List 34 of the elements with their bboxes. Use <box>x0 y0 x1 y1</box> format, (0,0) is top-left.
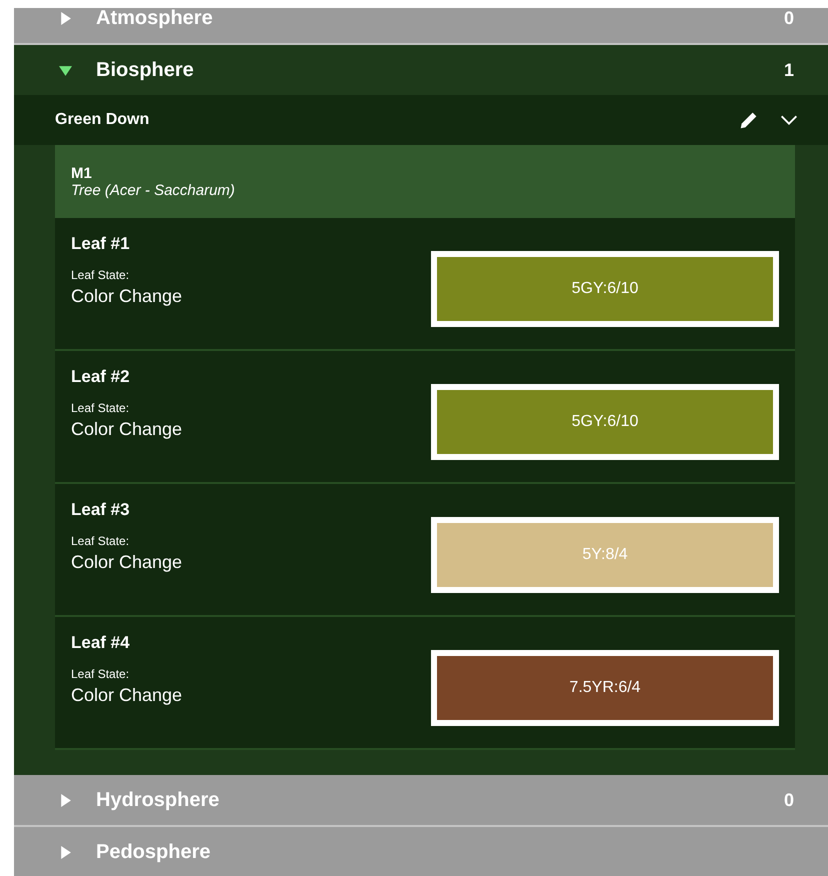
color-swatch: 7.5YR:6/4 <box>431 650 779 726</box>
state-value: Color Change <box>71 552 184 573</box>
color-swatch: 5GY:6/10 <box>431 384 779 460</box>
leaf-title: Leaf #2 <box>71 367 131 387</box>
color-swatch: 5Y:8/4 <box>431 516 779 592</box>
sample-id: M1 <box>71 164 93 182</box>
item-count: 0 <box>784 8 794 28</box>
collapsed-triangle-icon <box>59 846 72 858</box>
section-title: Atmosphere <box>96 8 214 30</box>
state-label: Leaf State: <box>71 401 130 415</box>
color-swatch: 5GY:6/10 <box>431 250 779 326</box>
item-count: 1 <box>784 60 794 80</box>
item-count: 0 <box>784 790 794 810</box>
leaf-title: Leaf #1 <box>71 234 131 254</box>
section-title: Hydrosphere <box>96 788 220 812</box>
section-header[interactable]: Biosphere 1 <box>14 45 828 95</box>
leaf-title: Leaf #3 <box>71 500 131 520</box>
group-title: Green Down <box>55 111 150 129</box>
state-value: Color Change <box>71 419 184 440</box>
collapsed-triangle-icon <box>59 794 72 806</box>
section-title: Pedosphere <box>96 840 212 864</box>
state-value: Color Change <box>71 685 184 706</box>
section-header[interactable]: Atmosphere 0 <box>14 8 828 43</box>
state-label: Leaf State: <box>71 667 130 681</box>
section-header[interactable]: Pedosphere <box>14 827 828 876</box>
section-header[interactable]: Hydrosphere 0 <box>14 775 828 825</box>
section-title: Biosphere <box>96 58 195 82</box>
collapsed-triangle-icon <box>59 12 72 24</box>
species-name: Tree (Acer - Saccharum) <box>71 182 236 198</box>
state-label: Leaf State: <box>71 268 130 282</box>
leaf-title: Leaf #4 <box>71 633 131 653</box>
expanded-triangle-icon <box>59 64 72 76</box>
state-value: Color Change <box>71 286 184 307</box>
state-label: Leaf State: <box>71 534 130 548</box>
